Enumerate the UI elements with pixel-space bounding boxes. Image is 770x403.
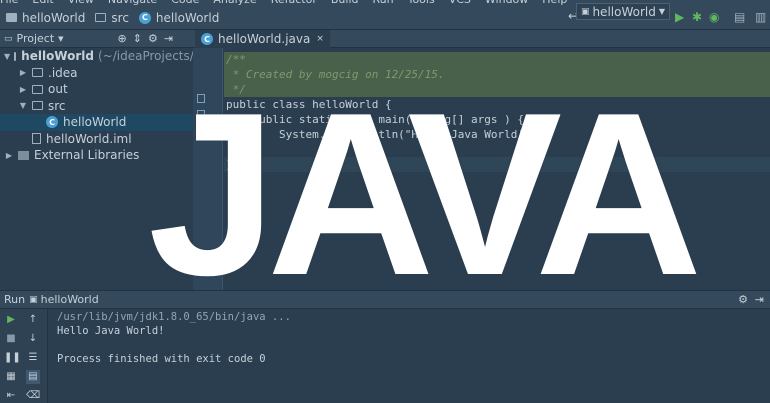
- console-line: Hello Java World!: [57, 325, 165, 337]
- stop-icon[interactable]: ▤: [734, 10, 745, 24]
- expanded-arrow-icon[interactable]: ▼: [4, 52, 10, 61]
- pause-icon[interactable]: ❚❚: [4, 351, 21, 365]
- class-icon: C: [138, 11, 151, 24]
- breadcrumb-class[interactable]: C helloWorld: [138, 11, 219, 25]
- menu-item-navigate[interactable]: Navigate: [108, 0, 157, 6]
- console-output[interactable]: /usr/lib/jvm/jdk1.8.0_65/bin/java ... Hel…: [50, 309, 770, 403]
- library-icon: [18, 150, 29, 160]
- console-line: /usr/lib/jvm/jdk1.8.0_65/bin/java ...: [57, 311, 291, 323]
- folder-icon: [32, 101, 43, 111]
- collapsed-arrow-icon[interactable]: ▶: [18, 85, 28, 94]
- project-panel-header: ▭ Project ▼ ⊕ ⇕ ⚙ ⇥: [0, 30, 193, 48]
- folder-icon: [32, 84, 43, 94]
- soft-wrap-icon[interactable]: ☰: [26, 351, 40, 365]
- tree-item-label: helloWorld: [63, 115, 127, 130]
- gear-icon[interactable]: ⚙: [738, 293, 748, 306]
- collapse-all-icon[interactable]: ⇕: [133, 32, 142, 45]
- tree-item-label: .idea: [48, 65, 78, 80]
- tab-helloworld-java[interactable]: C helloWorld.java ×: [195, 30, 330, 48]
- collapsed-arrow-icon[interactable]: ▶: [18, 68, 28, 77]
- chevron-down-icon[interactable]: ▼: [58, 35, 63, 43]
- clear-all-icon[interactable]: ⌫: [26, 389, 40, 403]
- tree-item-label: External Libraries: [34, 148, 140, 163]
- close-icon[interactable]: ×: [316, 34, 324, 44]
- menu-item-window[interactable]: Window: [485, 0, 528, 6]
- expanded-arrow-icon[interactable]: ▼: [18, 101, 28, 110]
- tree-item-label: out: [48, 82, 68, 97]
- menu-item-vcs[interactable]: VCS: [449, 0, 471, 6]
- tree-item[interactable]: ▼ helloWorld (~/ideaProjects/hel: [0, 48, 212, 65]
- run-config-icon: ▣: [580, 6, 590, 17]
- coverage-icon[interactable]: ◉: [709, 10, 719, 24]
- hide-icon[interactable]: ⇥: [755, 293, 764, 306]
- tree-item-label: helloWorld: [21, 49, 94, 64]
- scroll-down-icon[interactable]: ↓: [26, 332, 40, 346]
- collapsed-arrow-icon[interactable]: ▶: [4, 151, 14, 160]
- menu-item-view[interactable]: View: [68, 0, 94, 6]
- tree-item-label: helloWorld.iml: [46, 131, 132, 146]
- editor-tab-bar: C helloWorld.java ×: [193, 30, 770, 48]
- class-icon: C: [201, 33, 213, 45]
- menu-item-build[interactable]: Build: [331, 0, 359, 6]
- project-folder-icon: [14, 51, 17, 61]
- console-line: Process finished with exit code 0: [57, 353, 266, 365]
- chevron-down-icon: ▼: [658, 7, 665, 16]
- scroll-to-end-icon[interactable]: ▤: [26, 370, 40, 384]
- scroll-up-icon[interactable]: ↑: [26, 313, 40, 327]
- class-icon: C: [46, 116, 58, 129]
- run-icon[interactable]: ▶: [675, 10, 684, 24]
- exit-icon[interactable]: ⇤: [4, 389, 18, 403]
- folder-icon: [32, 68, 43, 78]
- hide-icon[interactable]: ⇥: [164, 32, 173, 45]
- file-icon: [32, 133, 41, 145]
- menu-item-help[interactable]: Help: [542, 0, 567, 6]
- menu-item-run[interactable]: Run: [373, 0, 394, 6]
- scroll-from-source-icon[interactable]: ⊕: [118, 32, 127, 45]
- run-panel-header: Run ▣ helloWorld ⚙ ⇥: [0, 290, 770, 309]
- menu-item-analyze[interactable]: Analyze: [213, 0, 256, 6]
- menu-item-refactor[interactable]: Refactor: [271, 0, 317, 6]
- menu-item-tools[interactable]: Tools: [408, 0, 435, 6]
- overlay-title: JAVA: [148, 65, 702, 324]
- stop-icon[interactable]: ■: [4, 332, 18, 346]
- breadcrumb-project[interactable]: helloWorld: [6, 11, 85, 25]
- debug-icon[interactable]: ✱: [692, 10, 702, 24]
- gear-icon[interactable]: ⚙: [148, 32, 158, 45]
- rerun-icon[interactable]: ▶: [4, 313, 18, 327]
- structure-icon[interactable]: ▥: [755, 10, 766, 24]
- breadcrumb-src[interactable]: src: [95, 11, 129, 25]
- run-toolbar: ▶ ↑ ■ ↓ ❚❚ ☰ ▦ ▤ ⇤ ⌫: [0, 309, 48, 403]
- tree-item-label: src: [48, 98, 66, 113]
- menu-item-file[interactable]: File: [0, 0, 18, 6]
- dump-threads-icon[interactable]: ▦: [4, 370, 18, 384]
- folder-icon: [95, 13, 107, 22]
- project-view-icon: ▭: [4, 33, 13, 44]
- menu-item-edit[interactable]: Edit: [32, 0, 53, 6]
- menu-item-code[interactable]: Code: [171, 0, 199, 6]
- run-config-icon: ▣: [29, 294, 38, 305]
- project-folder-icon: [6, 13, 17, 22]
- run-config-select[interactable]: ▣ helloWorld ▼: [575, 3, 670, 20]
